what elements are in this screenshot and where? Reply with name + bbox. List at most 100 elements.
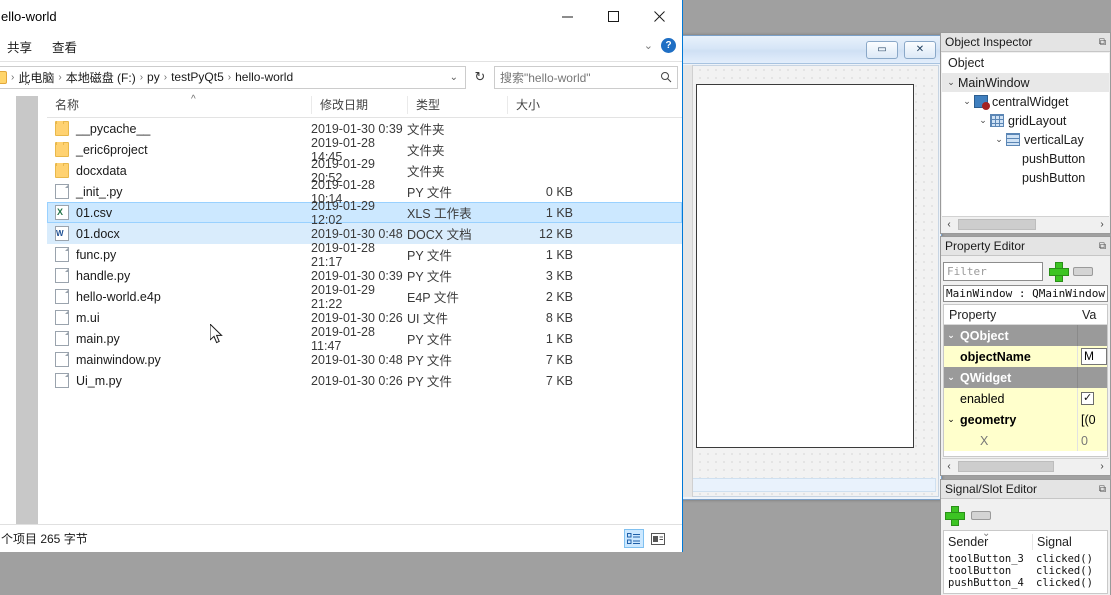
- object-tree-column-header[interactable]: Object: [942, 53, 1109, 73]
- hscroll-thumb[interactable]: [958, 461, 1054, 472]
- file-row[interactable]: main.py 2019-01-28 11:47 PY 文件 1 KB: [47, 325, 682, 353]
- navigation-pane-scrollbar[interactable]: [16, 96, 38, 524]
- property-column-header[interactable]: Property: [944, 308, 1077, 322]
- property-value-cell[interactable]: [1077, 367, 1107, 388]
- scroll-left-icon[interactable]: ‹: [942, 461, 956, 472]
- help-icon[interactable]: ?: [661, 38, 676, 53]
- property-editor-hscrollbar[interactable]: ‹ ›: [942, 458, 1109, 474]
- file-list-pane[interactable]: 名称 修改日期 类型 大小 ^ __pycache__ 2019-01-30 0:…: [47, 92, 682, 524]
- object-tree-node[interactable]: pushButton: [942, 168, 1109, 187]
- breadcrumb-item-3[interactable]: testPyQt5: [169, 70, 226, 84]
- chevron-down-icon[interactable]: ⌄: [446, 72, 462, 83]
- float-window-icon[interactable]: ⧉: [1099, 484, 1106, 495]
- property-value-cell[interactable]: [1077, 388, 1107, 409]
- file-icon: [55, 268, 69, 283]
- maximize-button[interactable]: [590, 0, 636, 32]
- property-table[interactable]: Property Va ⌄ QObject objectName M ⌄ QWidget e…: [943, 304, 1108, 457]
- object-tree-node[interactable]: ⌄ verticalLay: [942, 130, 1109, 149]
- property-row[interactable]: ⌄ QObject: [944, 325, 1107, 346]
- object-inspector-hscrollbar[interactable]: ‹ ›: [942, 216, 1109, 232]
- object-tree-node[interactable]: ⌄ centralWidget: [942, 92, 1109, 111]
- float-window-icon[interactable]: ⧉: [1099, 241, 1106, 252]
- chevron-down-icon[interactable]: ⌄: [644, 39, 653, 52]
- property-row[interactable]: ⌄ QWidget: [944, 367, 1107, 388]
- object-tree-node[interactable]: ⌄ gridLayout: [942, 111, 1109, 130]
- breadcrumb-item-2[interactable]: py: [145, 70, 162, 84]
- navigation-pane[interactable]: ^ 📌 📌 📌 📌 📌: [0, 80, 47, 524]
- chevron-down-icon[interactable]: ⌄: [976, 115, 990, 126]
- designer-minimize-button[interactable]: ▭: [866, 40, 898, 59]
- details-view-button[interactable]: [624, 529, 644, 548]
- file-row[interactable]: 01.csv 2019-01-29 12:02 XLS 工作表 1 KB: [47, 199, 682, 227]
- property-value-cell[interactable]: M: [1077, 346, 1107, 367]
- column-header-size[interactable]: 大小: [507, 95, 587, 114]
- chevron-down-icon[interactable]: ⌄: [944, 414, 958, 425]
- scroll-right-icon[interactable]: ›: [1095, 461, 1109, 472]
- float-window-icon[interactable]: ⧉: [1099, 37, 1106, 48]
- address-bar[interactable]: › 此电脑 › 本地磁盘 (F:) › py › testPyQt5 › hel…: [0, 65, 466, 89]
- hscroll-track[interactable]: [956, 218, 1095, 231]
- minimize-button[interactable]: [544, 0, 590, 32]
- file-name-cell: Ui_m.py: [55, 373, 311, 388]
- signal-slot-editor-dock[interactable]: Signal/Slot Editor ⧉ ⌄ Sender Signal too…: [940, 479, 1111, 595]
- file-name: main.py: [76, 331, 120, 346]
- add-icon[interactable]: [1049, 262, 1069, 282]
- refresh-button[interactable]: ↻: [469, 66, 491, 89]
- file-explorer-window[interactable]: ello-world 共享 查看 ⌄ ? › 此电脑 › 本地磁盘 (F:) ›…: [0, 0, 683, 552]
- column-header-date[interactable]: 修改日期: [311, 95, 407, 114]
- nav-scroll-up-icon[interactable]: ^: [16, 78, 38, 92]
- file-row[interactable]: func.py 2019-01-28 21:17 PY 文件 1 KB: [47, 241, 682, 269]
- object-tree-node[interactable]: pushButton: [942, 149, 1109, 168]
- property-value-cell[interactable]: [1077, 325, 1107, 346]
- signal-slot-row[interactable]: pushButton_4 clicked(): [944, 577, 1107, 589]
- designer-form-window[interactable]: ▭ ✕: [676, 35, 942, 500]
- property-row[interactable]: enabled: [944, 388, 1107, 409]
- property-value-input[interactable]: M: [1081, 348, 1107, 365]
- scroll-right-icon[interactable]: ›: [1095, 219, 1109, 230]
- chevron-down-icon[interactable]: ⌄: [944, 372, 958, 383]
- remove-icon[interactable]: [1073, 266, 1093, 276]
- signal-slot-table[interactable]: ⌄ Sender Signal toolButton_3 clicked() too…: [943, 530, 1108, 594]
- designer-close-button[interactable]: ✕: [904, 40, 936, 59]
- property-row[interactable]: objectName M: [944, 346, 1107, 367]
- object-tree[interactable]: Object ⌄ MainWindow ⌄ centralWidget ⌄ gridLay…: [942, 53, 1109, 216]
- file-row[interactable]: Ui_m.py 2019-01-30 0:26 PY 文件 7 KB: [47, 370, 682, 391]
- designer-form-surface[interactable]: [696, 84, 914, 448]
- tab-view[interactable]: 查看: [42, 33, 87, 60]
- object-inspector-dock[interactable]: Object Inspector ⧉ Object ⌄ MainWindow ⌄ ce…: [940, 32, 1111, 234]
- value-column-header[interactable]: Va: [1077, 308, 1096, 322]
- property-filter-input[interactable]: Filter: [943, 261, 1043, 281]
- chevron-down-icon[interactable]: ⌄: [944, 330, 958, 341]
- signal-cell: clicked(): [1036, 577, 1093, 589]
- scroll-left-icon[interactable]: ‹: [942, 219, 956, 230]
- tab-share[interactable]: 共享: [0, 33, 42, 60]
- chevron-down-icon[interactable]: ⌄: [992, 134, 1006, 145]
- signal-slot-row[interactable]: toolButton_3 clicked(): [944, 553, 1107, 565]
- hscroll-thumb[interactable]: [958, 219, 1036, 230]
- add-icon[interactable]: [945, 506, 965, 526]
- chevron-down-icon[interactable]: ⌄: [944, 77, 958, 88]
- search-input[interactable]: 搜索"hello-world": [500, 69, 660, 86]
- large-icons-view-button[interactable]: [648, 529, 668, 548]
- file-row[interactable]: hello-world.e4p 2019-01-29 21:22 E4P 文件 2 K…: [47, 283, 682, 311]
- object-tree-node[interactable]: ⌄ MainWindow: [942, 73, 1109, 92]
- property-value-cell[interactable]: 0: [1077, 430, 1107, 451]
- property-row[interactable]: ⌄ geometry [(0: [944, 409, 1107, 430]
- column-header-name[interactable]: 名称: [47, 96, 311, 114]
- breadcrumb-item-4[interactable]: hello-world: [233, 70, 295, 84]
- property-editor-dock[interactable]: Property Editor ⧉ Filter MainWindow : QM…: [940, 236, 1111, 476]
- remove-icon[interactable]: [971, 510, 991, 520]
- breadcrumb-item-1[interactable]: 本地磁盘 (F:): [64, 69, 138, 86]
- hscroll-track[interactable]: [956, 460, 1095, 473]
- property-value-checkbox[interactable]: [1081, 391, 1094, 405]
- property-value-cell[interactable]: [(0: [1077, 409, 1107, 430]
- property-row[interactable]: X0: [944, 430, 1107, 451]
- signal-column-header[interactable]: Signal: [1032, 534, 1072, 550]
- signal-slot-row[interactable]: toolButton clicked(): [944, 565, 1107, 577]
- close-button[interactable]: [636, 0, 682, 32]
- file-row[interactable]: mainwindow.py 2019-01-30 0:48 PY 文件 7 KB: [47, 349, 682, 370]
- designer-canvas[interactable]: [679, 65, 939, 497]
- chevron-down-icon[interactable]: ⌄: [960, 96, 974, 107]
- search-box[interactable]: 搜索"hello-world": [494, 65, 678, 89]
- column-header-type[interactable]: 类型: [407, 95, 507, 114]
